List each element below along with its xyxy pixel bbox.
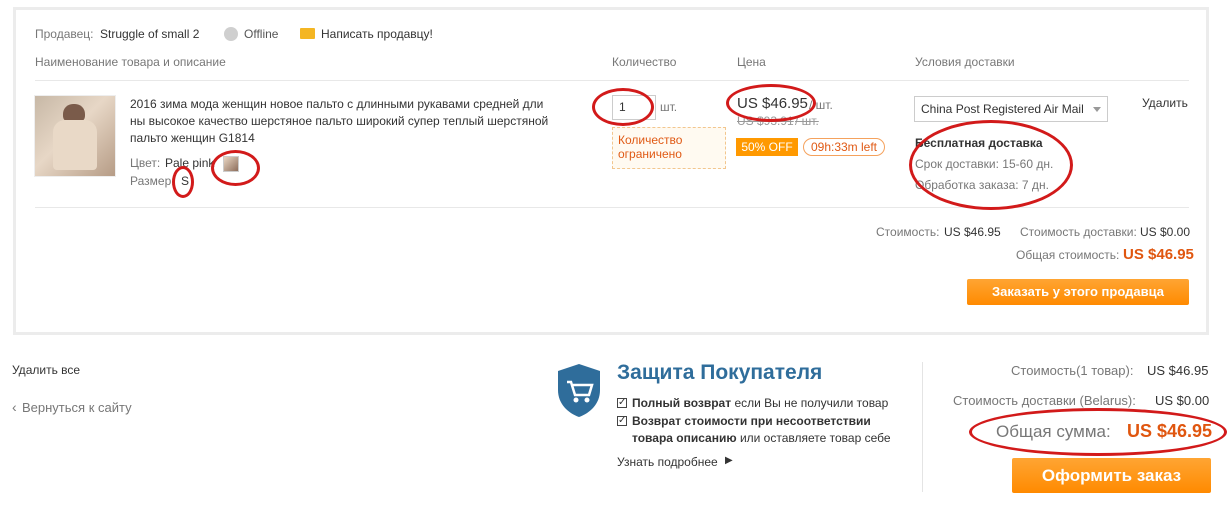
checkout-button[interactable]: Оформить заказ	[1012, 458, 1211, 493]
seller-cost-label: Стоимость:	[876, 225, 940, 239]
column-header-product: Наименование товара и описание	[35, 55, 226, 69]
protection-item-2-text: или оставляете товар себе	[736, 431, 891, 445]
seller-cost-value: US $46.95	[944, 225, 1001, 239]
header-divider	[35, 80, 1189, 81]
size-label: Размер:	[130, 174, 175, 188]
message-seller-link[interactable]: Написать продавцу!	[321, 27, 433, 41]
price-unit: / шт.	[809, 98, 833, 112]
quantity-input[interactable]: 1	[612, 95, 656, 120]
shield-cart-icon	[558, 364, 600, 417]
remove-all-link[interactable]: Удалить все	[12, 363, 80, 377]
seller-label: Продавец:	[35, 27, 94, 41]
seller-status: Offline	[244, 27, 279, 41]
shipping-total-value: US $0.00	[1155, 393, 1210, 408]
free-shipping-label: Бесплатная доставка	[915, 136, 1043, 150]
items-cost-value: US $46.95	[1147, 363, 1209, 378]
discount-badge: 50% OFF	[736, 138, 798, 156]
seller-total-value: US $46.95	[1123, 246, 1194, 263]
shipping-method-value: China Post Registered Air Mail	[921, 102, 1084, 116]
product-title-link[interactable]: 2016 зима мода женщин новое пальто с дли…	[130, 96, 590, 147]
buyer-protection-title: Защита Покупателя	[617, 361, 823, 384]
seller-shipping-value: US $0.00	[1140, 225, 1191, 239]
chevron-left-icon: ‹	[12, 399, 17, 415]
old-price: US $93.91	[737, 114, 794, 128]
row-divider	[35, 207, 1189, 208]
column-header-price: Цена	[737, 55, 766, 69]
protection-item-1: Полный возврат если Вы не получили товар	[632, 396, 888, 410]
checkbox-icon: ✓	[617, 415, 627, 426]
column-header-quantity: Количество	[612, 55, 677, 69]
product-title-line: ны высокое качество шерстяное пальто шир…	[130, 114, 549, 128]
checkbox-icon: ✓	[617, 397, 627, 408]
color-swatch	[223, 156, 239, 172]
color-label: Цвет:	[130, 156, 161, 170]
protection-item-1-text: если Вы не получили товар	[731, 396, 889, 410]
seller-total-label: Общая стоимость:	[1016, 248, 1120, 262]
product-title-line: 2016 зима мода женщин новое пальто с дли…	[130, 97, 544, 111]
processing-time: Обработка заказа: 7 дн.	[915, 178, 1049, 192]
protection-item-1-bold: Полный возврат	[632, 396, 732, 410]
envelope-icon	[300, 28, 315, 39]
unit-price: US $46.95	[737, 95, 808, 112]
shipping-total-label: Стоимость доставки (Belarus):	[953, 393, 1136, 408]
color-value: Pale pink	[165, 156, 215, 170]
delivery-time: Срок доставки: 15-60 дн.	[915, 157, 1054, 171]
back-to-site-link[interactable]: Вернуться к сайту	[22, 400, 132, 415]
protection-item-2-bold-b: товара описанию	[632, 431, 737, 445]
seller-name-link[interactable]: Struggle of small 2	[100, 27, 199, 41]
remove-item-link[interactable]: Удалить	[1142, 96, 1188, 110]
offline-status-icon	[224, 27, 238, 41]
quantity-warning-line: ограничено	[618, 147, 682, 161]
quantity-warning-line: Количество	[618, 133, 683, 147]
column-header-shipping: Условия доставки	[915, 55, 1015, 69]
protection-item-2-bold-a: Возврат стоимости при несоответствии	[632, 414, 871, 428]
grand-total-value: US $46.95	[1127, 421, 1213, 441]
shipping-method-select[interactable]: China Post Registered Air Mail	[914, 96, 1108, 122]
product-thumbnail[interactable]	[34, 95, 116, 177]
chevron-down-icon	[1093, 107, 1101, 112]
chevron-right-icon: ▶	[725, 455, 733, 466]
grand-total-label: Общая сумма:	[996, 422, 1111, 441]
seller-shipping-label: Стоимость доставки:	[1020, 225, 1137, 239]
protection-item-2-line2: товара описанию или оставляете товар себ…	[632, 431, 891, 445]
items-cost-label: Стоимость(1 товар):	[1011, 363, 1134, 378]
size-value: S	[181, 174, 190, 188]
learn-more-link[interactable]: Узнать подробнее	[617, 455, 718, 469]
quantity-unit: шт.	[660, 100, 678, 114]
order-from-seller-button[interactable]: Заказать у этого продавца	[967, 279, 1189, 305]
countdown-timer: 09h:33m left	[803, 138, 885, 156]
quantity-limited-notice: Количество ограничено	[612, 127, 726, 169]
footer-divider	[922, 362, 923, 492]
old-price-unit: / шт.	[795, 114, 819, 128]
product-title-line: пальто женщин G1814	[130, 131, 255, 145]
